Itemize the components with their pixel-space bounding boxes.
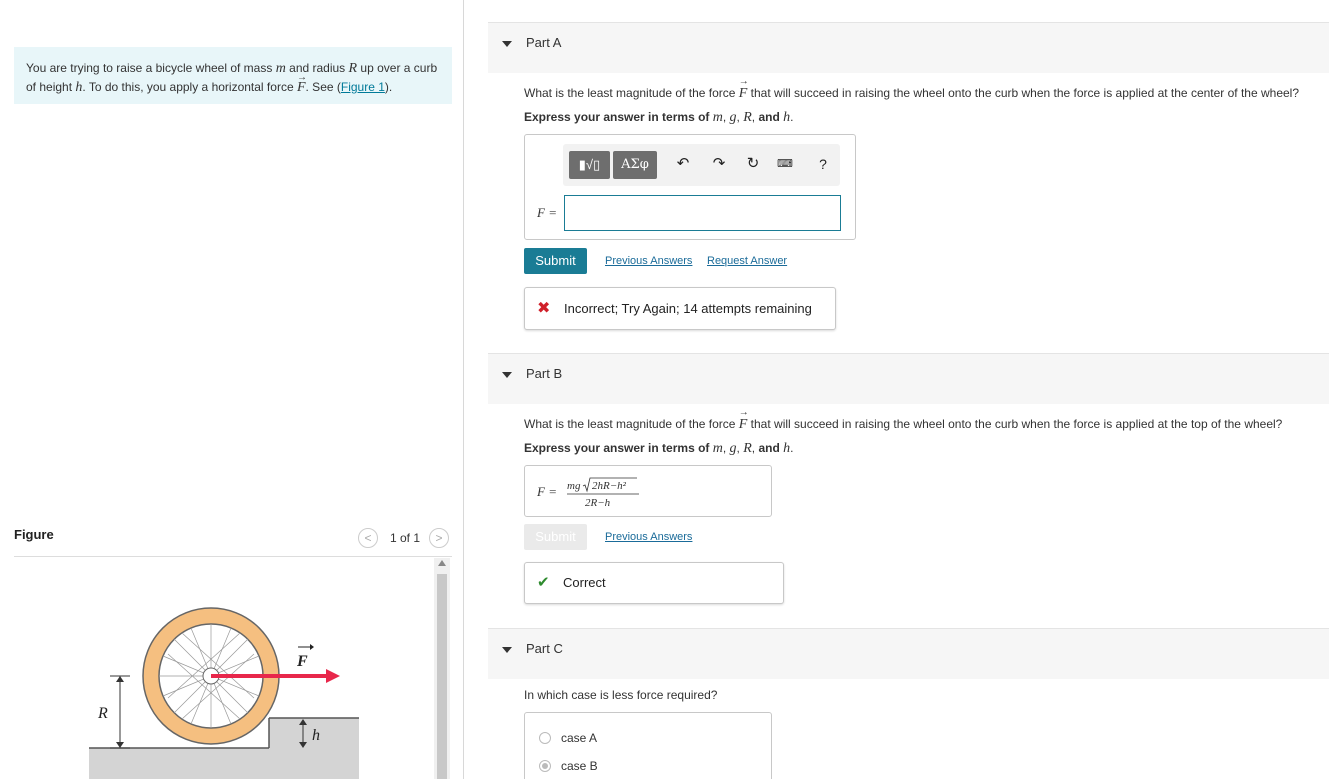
answer-box-a: ▮√▯ ΑΣφ ↶ ↷ ↻ ⌨ ? F = — [524, 134, 856, 240]
answer-fraction: mg 2hR−h² 2R−h — [567, 477, 639, 509]
part-b-header[interactable]: Part B — [488, 353, 1329, 404]
instructions-text: Express your answer in terms of — [524, 110, 713, 124]
question-text: that will succeed in raising the wheel o… — [747, 86, 1300, 100]
answer-numerator-radicand: 2hR−h² — [592, 480, 627, 492]
problem-text: . See ( — [305, 80, 341, 94]
var-m: m — [275, 61, 286, 76]
templates-button[interactable]: ▮√▯ — [569, 151, 610, 179]
keyboard-icon[interactable]: ⌨ — [775, 154, 795, 174]
question-text: that will succeed in raising the wheel o… — [747, 417, 1283, 431]
choice-label[interactable]: case A — [561, 731, 597, 745]
problem-text: up over a curb — [357, 61, 438, 75]
undo-icon[interactable]: ↶ — [673, 154, 693, 174]
figure-count: 1 of 1 — [390, 531, 421, 545]
scroll-up-icon[interactable] — [438, 560, 446, 566]
choice-label[interactable]: case B — [561, 759, 598, 773]
question-text: What is the least magnitude of the force — [524, 86, 739, 100]
request-answer-link[interactable]: Request Answer — [707, 255, 787, 267]
var-F-vector: F — [739, 407, 749, 433]
part-a-question: What is the least magnitude of the force… — [524, 76, 1300, 102]
submit-button-disabled: Submit — [524, 524, 587, 550]
problem-text: You are trying to raise a bicycle wheel … — [26, 61, 276, 75]
question-text: What is the least magnitude of the force — [524, 417, 739, 431]
check-icon: ✔ — [537, 574, 550, 591]
submit-button[interactable]: Submit — [524, 248, 587, 274]
var-h: h — [783, 441, 791, 456]
var-R: R — [348, 61, 358, 76]
left-panel: You are trying to raise a bicycle wheel … — [0, 0, 464, 779]
caret-down-icon — [502, 647, 512, 653]
answer-numerator-prefix: mg — [567, 480, 581, 492]
figure-link[interactable]: Figure 1 — [341, 80, 385, 94]
feedback-text: Incorrect; Try Again; 14 attempts remain… — [564, 301, 812, 316]
force-arrowhead — [326, 669, 340, 683]
previous-answers-link[interactable]: Previous Answers — [605, 531, 692, 543]
previous-answers-link[interactable]: Previous Answers — [605, 255, 692, 267]
force-label: F — [296, 653, 308, 670]
figure-label: Figure — [14, 527, 54, 542]
submitted-answer: mg 2hR−h² 2R−h — [565, 476, 675, 513]
reset-icon[interactable]: ↻ — [743, 154, 763, 174]
part-a-title: Part A — [526, 35, 562, 50]
part-c-title: Part C — [526, 641, 563, 656]
var-R: R — [743, 441, 752, 456]
problem-text: ). — [384, 80, 393, 94]
problem-text: of height — [26, 80, 76, 94]
answer-denominator: 2R−h — [585, 497, 611, 509]
answer-label: F = — [537, 205, 557, 220]
ground — [89, 748, 269, 779]
caret-down-icon — [502, 372, 512, 378]
figure-scrollbar[interactable] — [434, 558, 450, 779]
symbols-button[interactable]: ΑΣφ — [613, 151, 657, 179]
help-icon[interactable]: ? — [813, 154, 833, 174]
var-F-vector: F — [739, 76, 749, 102]
and-text: and — [758, 441, 780, 455]
radio-button-selected[interactable] — [539, 760, 551, 772]
caret-down-icon — [502, 41, 512, 47]
var-m: m — [712, 110, 723, 125]
figure-image: F R h — [14, 558, 434, 779]
part-a-instructions: Express your answer in terms of m, g, R,… — [524, 110, 794, 125]
var-g: g — [729, 441, 737, 456]
incorrect-icon: ✖ — [537, 300, 551, 317]
next-figure-button[interactable]: > — [429, 528, 449, 548]
problem-text: . To do this, you apply a horizontal for… — [82, 80, 297, 94]
var-m: m — [712, 441, 723, 456]
figure-header: Figure < 1 of 1 > — [14, 527, 452, 557]
radius-label: R — [97, 705, 108, 722]
math-toolbar: ▮√▯ ΑΣφ ↶ ↷ ↻ ⌨ ? — [563, 144, 840, 186]
var-R: R — [743, 110, 752, 125]
height-label: h — [312, 727, 320, 744]
part-b-instructions: Express your answer in terms of m, g, R,… — [524, 441, 794, 456]
part-c-header[interactable]: Part C — [488, 628, 1329, 679]
answer-label: F = — [537, 484, 557, 499]
part-b-question: What is the least magnitude of the force… — [524, 407, 1283, 433]
redo-icon[interactable]: ↷ — [709, 154, 729, 174]
instructions-text: Express your answer in terms of — [524, 441, 713, 455]
correct-feedback: ✔ Correct — [524, 562, 784, 604]
and-text: and — [758, 110, 780, 124]
prev-figure-button[interactable]: < — [358, 528, 378, 548]
radio-button[interactable] — [539, 732, 551, 744]
var-g: g — [729, 110, 737, 125]
problem-text: and radius — [285, 61, 349, 75]
problem-statement: You are trying to raise a bicycle wheel … — [14, 47, 452, 104]
wheel-curb-diagram: F R h — [89, 607, 359, 779]
part-b-title: Part B — [526, 366, 563, 381]
var-h: h — [783, 110, 791, 125]
incorrect-feedback: ✖ Incorrect; Try Again; 14 attempts rema… — [524, 287, 836, 330]
choices-box: case A case B — [524, 712, 772, 779]
scrollbar-thumb[interactable] — [437, 574, 447, 779]
part-c-question: In which case is less force required? — [524, 688, 718, 702]
answer-input[interactable] — [564, 195, 841, 231]
feedback-text: Correct — [563, 575, 606, 590]
var-F-vector: F — [297, 69, 307, 97]
answer-box-b: F = mg 2hR−h² 2R−h — [524, 465, 772, 517]
part-a-header[interactable]: Part A — [488, 22, 1329, 73]
